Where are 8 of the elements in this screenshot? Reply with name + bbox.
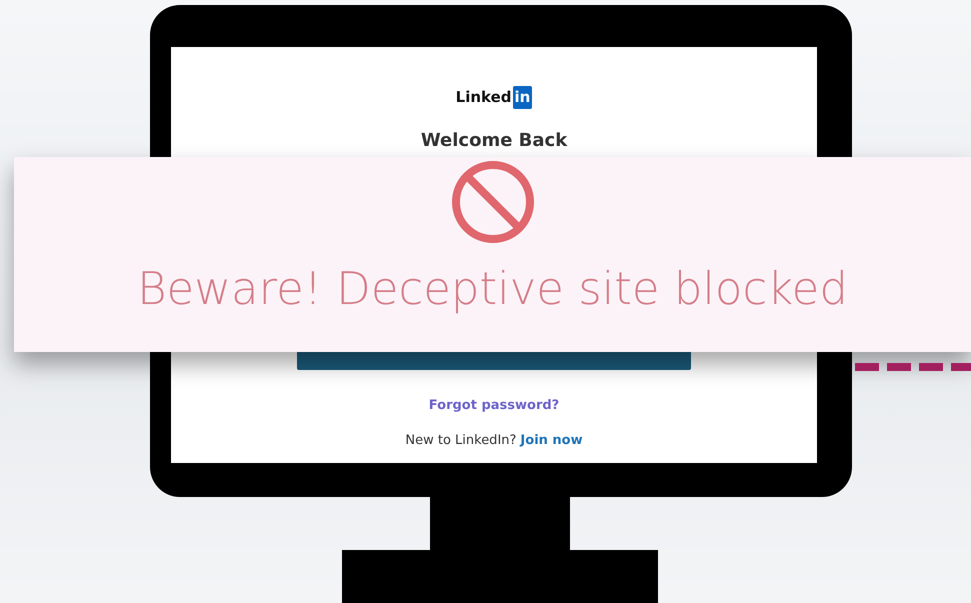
blocked-icon bbox=[450, 159, 536, 245]
page-heading: Welcome Back bbox=[420, 128, 568, 152]
logo-badge: in bbox=[512, 86, 532, 108]
logo-text: Linked bbox=[456, 87, 512, 108]
signup-prompt: New to LinkedIn? bbox=[405, 432, 516, 450]
join-now-link[interactable]: Join now bbox=[520, 431, 583, 450]
warning-title: Beware! Deceptive site blocked bbox=[137, 261, 848, 317]
forgot-password-link[interactable]: Forgot password? bbox=[428, 396, 560, 415]
